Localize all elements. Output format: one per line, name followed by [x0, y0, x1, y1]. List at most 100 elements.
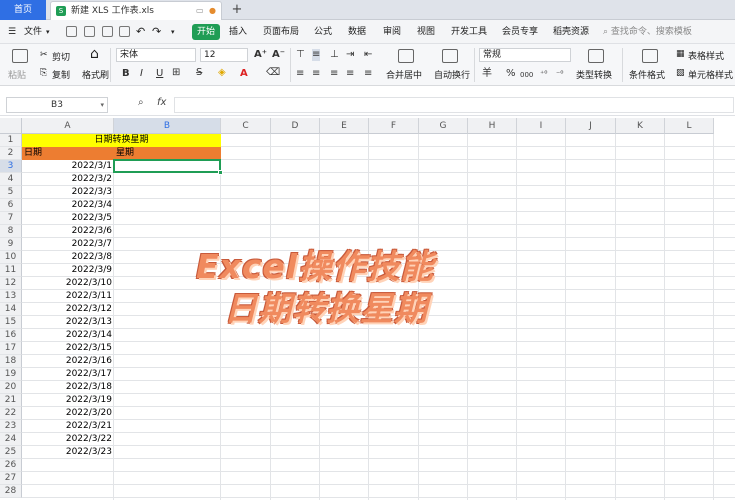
quick-access-more-icon[interactable]: ▾: [171, 20, 175, 44]
row-header[interactable]: 13: [0, 290, 22, 303]
date-cell[interactable]: 2022/3/22: [22, 433, 114, 446]
table-style-icon[interactable]: ▦: [676, 49, 685, 59]
row-header[interactable]: 18: [0, 355, 22, 368]
tab-file[interactable]: S 新建 XLS 工作表.xls ▭ ●: [50, 1, 222, 20]
table-style-button[interactable]: 表格样式: [688, 49, 724, 62]
row-header[interactable]: 12: [0, 277, 22, 290]
column-header[interactable]: L: [665, 118, 714, 134]
menu-docer[interactable]: 稻壳资源: [553, 20, 589, 44]
date-cell[interactable]: 2022/3/15: [22, 342, 114, 355]
row-header[interactable]: 25: [0, 446, 22, 459]
tab-home[interactable]: 首页: [0, 0, 46, 20]
menu-developer[interactable]: 开发工具: [451, 20, 487, 44]
percent-button[interactable]: %: [506, 68, 516, 80]
date-cell[interactable]: 2022/3/1: [22, 160, 114, 173]
format-painter-button[interactable]: 格式刷: [82, 68, 109, 81]
bold-button[interactable]: B: [122, 68, 130, 80]
redo-icon[interactable]: ↷: [152, 20, 161, 44]
menu-view[interactable]: 视图: [417, 20, 435, 44]
row-header[interactable]: 19: [0, 368, 22, 381]
formula-input[interactable]: [174, 97, 734, 113]
conditional-format-button[interactable]: 条件格式: [629, 68, 665, 81]
row-header[interactable]: 26: [0, 459, 22, 472]
underline-button[interactable]: U: [156, 68, 163, 80]
column-header[interactable]: H: [468, 118, 517, 134]
column-header[interactable]: D: [271, 118, 320, 134]
wrap-text-button[interactable]: 自动换行: [434, 68, 470, 81]
menu-formulas[interactable]: 公式: [314, 20, 332, 44]
italic-button[interactable]: I: [140, 68, 143, 80]
row-header[interactable]: 21: [0, 394, 22, 407]
strikethrough-icon[interactable]: S̶: [196, 67, 202, 79]
font-name-select[interactable]: 宋体: [116, 48, 196, 62]
zoom-icon[interactable]: ⌕: [138, 97, 144, 108]
borders-icon[interactable]: ⊞: [172, 67, 180, 79]
date-cell[interactable]: 2022/3/14: [22, 329, 114, 342]
row-header[interactable]: 24: [0, 433, 22, 446]
export-pdf-icon[interactable]: [84, 26, 95, 37]
menu-page-layout[interactable]: 页面布局: [263, 20, 299, 44]
row-header[interactable]: 3: [0, 160, 22, 173]
row-header[interactable]: 11: [0, 264, 22, 277]
row-header[interactable]: 6: [0, 199, 22, 212]
column-header[interactable]: K: [616, 118, 665, 134]
date-cell[interactable]: 2022/3/13: [22, 316, 114, 329]
chevron-down-icon[interactable]: ▾: [46, 20, 50, 44]
row-header[interactable]: 14: [0, 303, 22, 316]
date-cell[interactable]: 2022/3/20: [22, 407, 114, 420]
row-header[interactable]: 4: [0, 173, 22, 186]
title-cell[interactable]: 日期转换星期: [22, 134, 221, 147]
date-cell[interactable]: 2022/3/5: [22, 212, 114, 225]
scissors-icon[interactable]: ✂: [40, 50, 48, 60]
justify-icon[interactable]: ≡: [346, 68, 354, 80]
clear-format-icon[interactable]: ⌫: [266, 67, 280, 79]
new-tab-button[interactable]: +: [230, 0, 244, 20]
row-header[interactable]: 17: [0, 342, 22, 355]
font-color-icon[interactable]: A: [240, 68, 248, 80]
row-header[interactable]: 8: [0, 225, 22, 238]
date-cell[interactable]: 2022/3/8: [22, 251, 114, 264]
command-search[interactable]: ⌕ 查找命令、搜索模板: [603, 20, 692, 44]
row-header[interactable]: 22: [0, 407, 22, 420]
active-cell-border[interactable]: [113, 159, 221, 173]
cell-style-icon[interactable]: ▧: [676, 68, 685, 78]
column-header[interactable]: F: [369, 118, 419, 134]
row-header[interactable]: 23: [0, 420, 22, 433]
row-header[interactable]: 20: [0, 381, 22, 394]
menu-file[interactable]: 文件: [24, 20, 42, 44]
outdent-icon[interactable]: ⇤: [364, 49, 372, 61]
select-all-corner[interactable]: [0, 118, 22, 134]
thousands-button[interactable]: 000: [520, 69, 533, 81]
date-cell[interactable]: 2022/3/9: [22, 264, 114, 277]
fx-icon[interactable]: fx: [157, 97, 166, 108]
date-cell[interactable]: 2022/3/16: [22, 355, 114, 368]
menu-insert[interactable]: 插入: [229, 20, 247, 44]
row-header[interactable]: 16: [0, 329, 22, 342]
column-header[interactable]: B: [114, 118, 221, 134]
cut-button[interactable]: 剪切: [52, 50, 70, 63]
date-cell[interactable]: 2022/3/23: [22, 446, 114, 459]
row-header[interactable]: 5: [0, 186, 22, 199]
menu-data[interactable]: 数据: [348, 20, 366, 44]
menu-start[interactable]: 开始: [192, 24, 220, 40]
column-header[interactable]: J: [566, 118, 616, 134]
align-bottom-icon[interactable]: ⊥: [330, 49, 339, 61]
merge-center-button[interactable]: 合并居中: [386, 68, 422, 81]
save-icon[interactable]: [66, 26, 77, 37]
currency-button[interactable]: 羊: [482, 68, 492, 80]
column-header[interactable]: C: [221, 118, 271, 134]
paste-icon[interactable]: [12, 49, 28, 63]
date-cell[interactable]: 2022/3/4: [22, 199, 114, 212]
cell-style-button[interactable]: 单元格样式: [688, 68, 733, 81]
column-header[interactable]: A: [22, 118, 114, 134]
type-convert-icon[interactable]: [588, 49, 604, 63]
row-header[interactable]: 2: [0, 147, 22, 160]
align-middle-icon[interactable]: ≡: [312, 49, 321, 61]
row-header[interactable]: 10: [0, 251, 22, 264]
date-cell[interactable]: 2022/3/10: [22, 277, 114, 290]
date-cell[interactable]: 2022/3/2: [22, 173, 114, 186]
indent-icon[interactable]: ⇥: [346, 49, 354, 61]
paste-button[interactable]: 粘贴: [8, 68, 26, 81]
row-header[interactable]: 15: [0, 316, 22, 329]
wrap-text-icon[interactable]: [442, 49, 458, 63]
